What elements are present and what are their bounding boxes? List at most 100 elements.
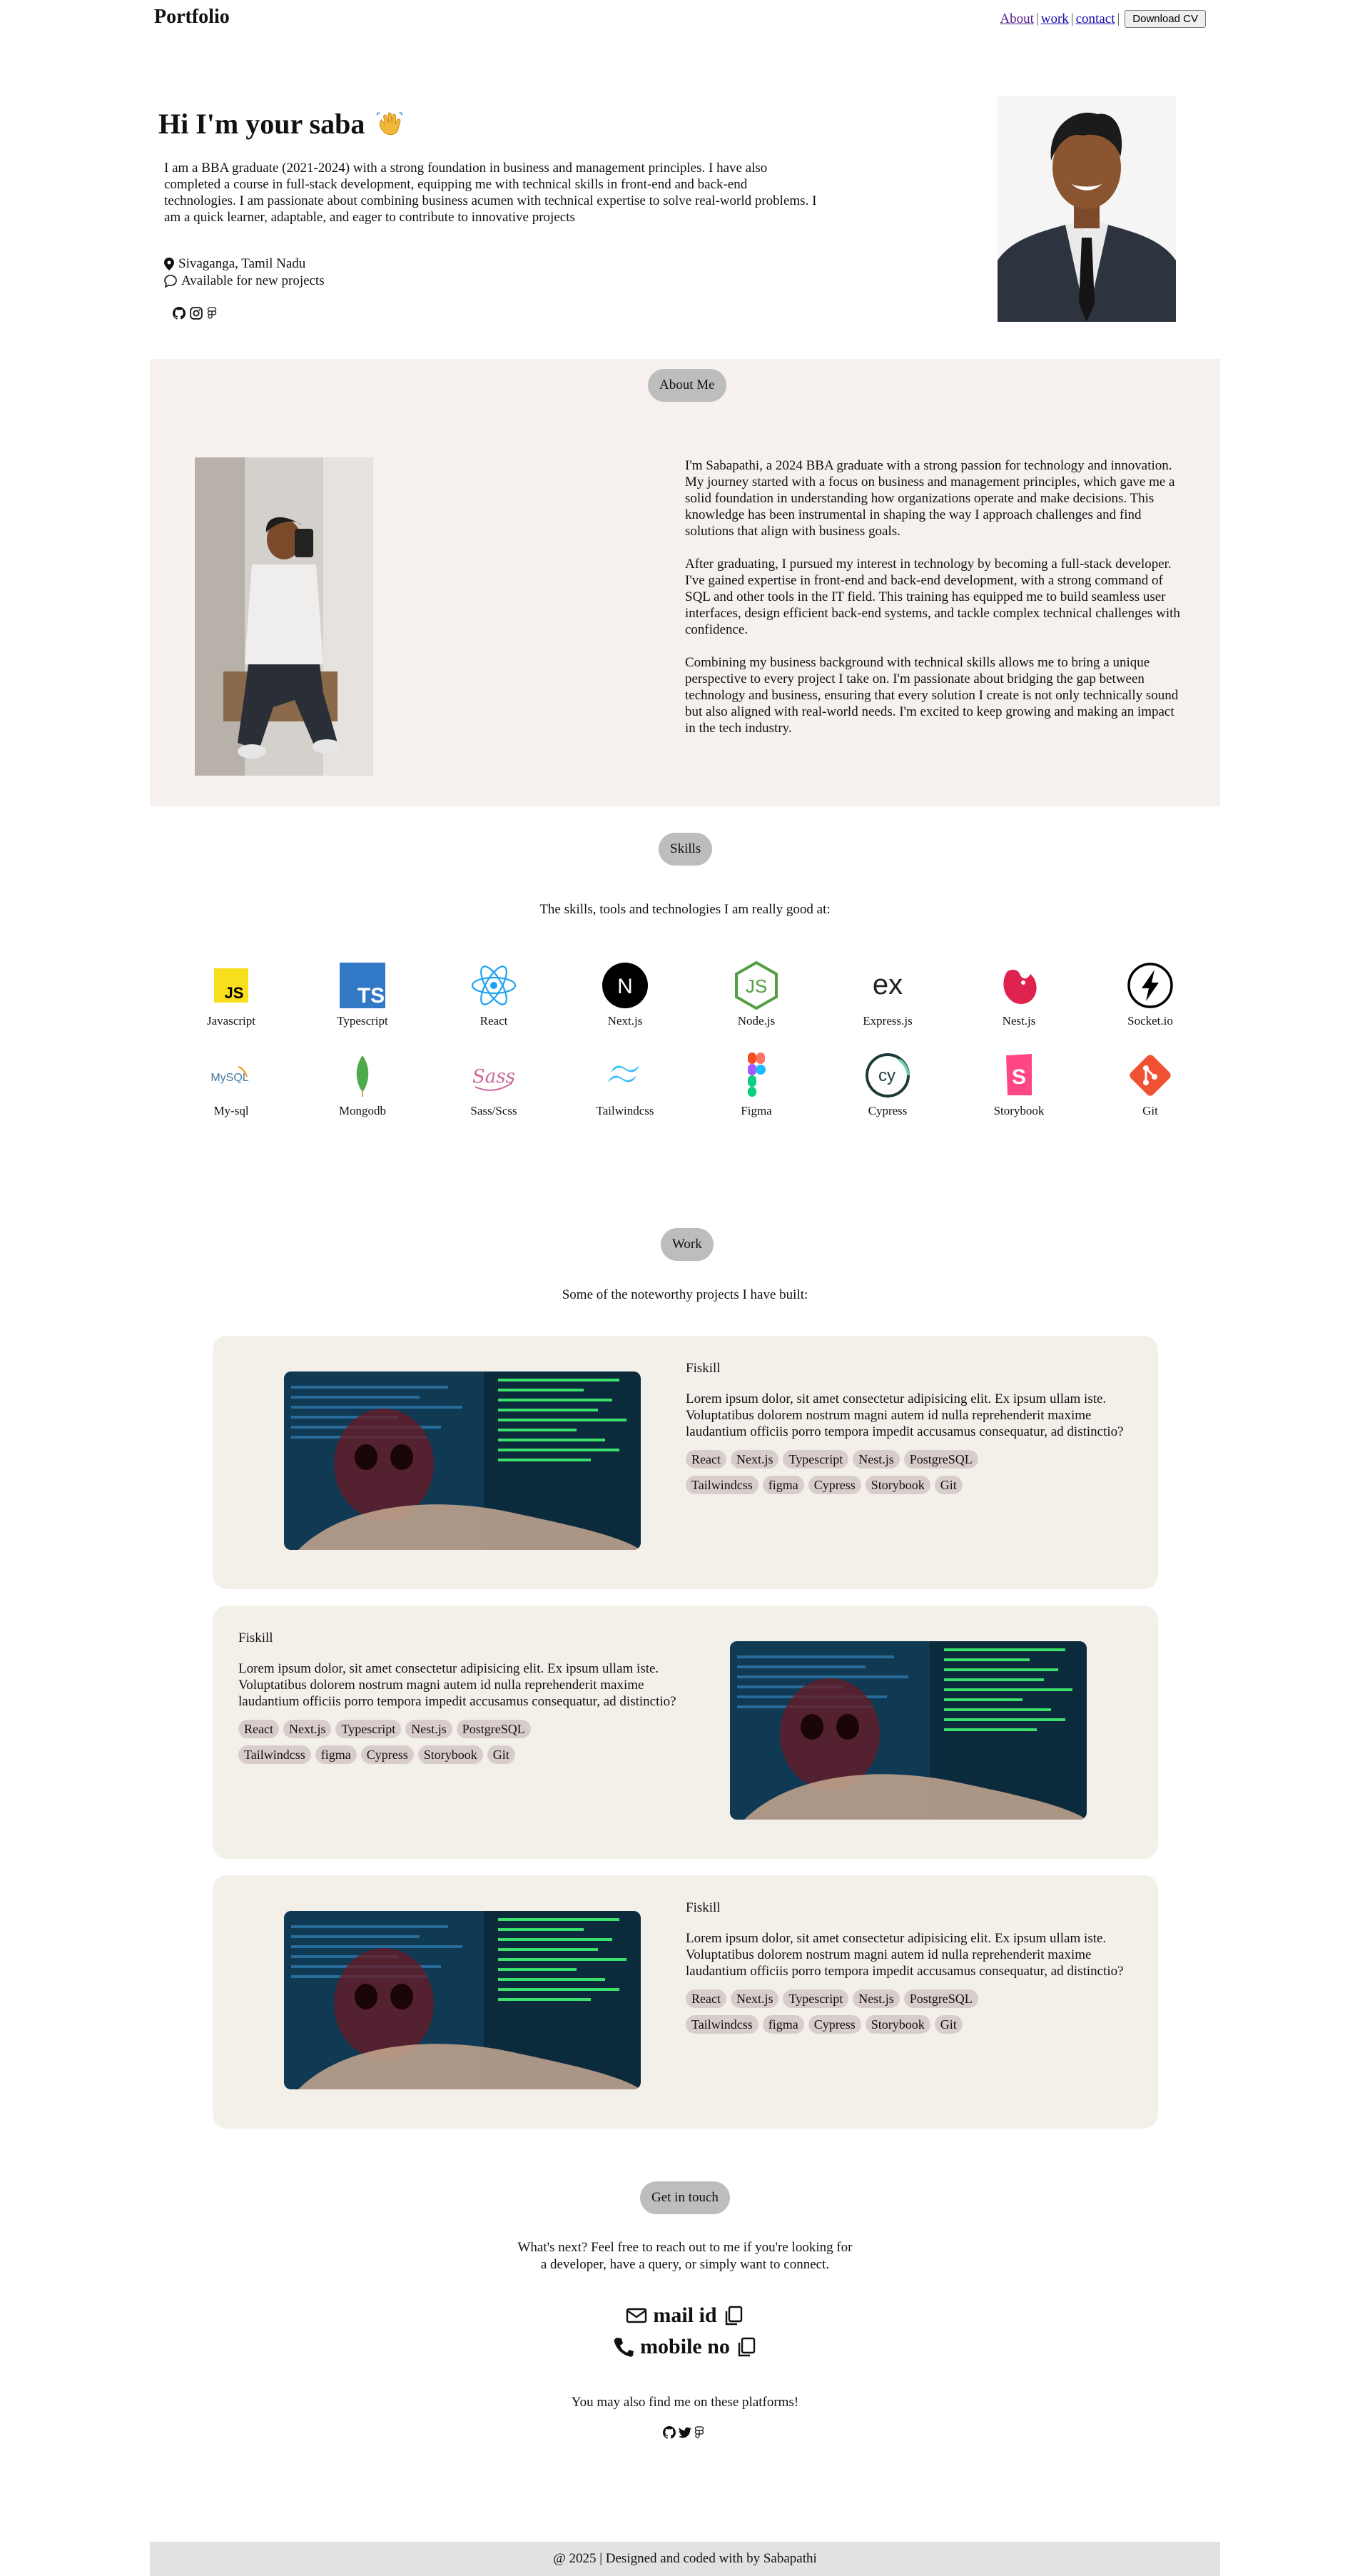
hero-intro: I am a BBA graduate (2021-2024) with a s… — [164, 161, 817, 225]
project-image[interactable] — [284, 1371, 641, 1550]
skill-label: Socket.io — [1127, 1014, 1173, 1028]
nextjs-icon: N — [602, 963, 648, 1008]
tech-tag: Git — [487, 1745, 515, 1764]
tech-tag: Next.js — [730, 1989, 779, 2008]
skill-item: Sass Sass/Scss — [437, 1051, 551, 1118]
nav-link-contact[interactable]: contact — [1076, 11, 1115, 27]
nav-separator: | — [1117, 11, 1120, 26]
skill-item: Mongodb — [305, 1051, 420, 1118]
skill-item: JS Node.js — [699, 961, 813, 1028]
project-card: Fiskill Lorem ipsum dolor, sit amet cons… — [213, 1875, 1158, 2129]
about-paragraph: Combining my business background with te… — [685, 655, 1179, 736]
phone-icon — [614, 2338, 634, 2357]
tech-tag: Storybook — [417, 1745, 483, 1764]
tech-tag: React — [238, 1720, 279, 1738]
contact-intro-line: a developer, have a query, or simply wan… — [540, 2257, 830, 2272]
skill-item: TS Typescript — [305, 961, 420, 1028]
project-description: Lorem ipsum dolor, sit amet consectetur … — [686, 1931, 1124, 1979]
svg-text:cy: cy — [878, 1066, 895, 1085]
tech-tag: Git — [934, 1476, 963, 1494]
nav-separator: | — [1070, 11, 1074, 26]
project-title: Fiskill — [238, 1631, 273, 1646]
mysql-icon: MySQL — [210, 1066, 249, 1084]
skill-item: Figma — [699, 1051, 813, 1118]
nav-separator: | — [1035, 11, 1039, 26]
phone-label[interactable]: mobile no — [640, 2335, 730, 2359]
about-pill: About Me — [648, 369, 726, 402]
email-label[interactable]: mail id — [653, 2303, 716, 2328]
tech-tag: Typescript — [783, 1989, 849, 2008]
skill-label: Node.js — [737, 1014, 776, 1028]
tech-tag: Tailwindcss — [238, 1745, 311, 1764]
availability-text: Available for new projects — [181, 273, 325, 288]
tech-tag: Git — [934, 2015, 963, 2034]
figma-outline-icon[interactable] — [694, 2426, 707, 2439]
footer: @ 2025 | Designed and coded with by Saba… — [150, 2542, 1220, 2576]
tech-tag: React — [686, 1450, 726, 1469]
tech-tag: Cypress — [360, 1745, 414, 1764]
project-description: Lorem ipsum dolor, sit amet consectetur … — [686, 1391, 1124, 1439]
hero-meta: Sivaganga, Tamil Nadu Available for new … — [164, 255, 325, 290]
skill-item: Socket.io — [1093, 961, 1207, 1028]
twitter-icon[interactable] — [679, 2426, 691, 2439]
download-cv-button[interactable]: Download CV — [1125, 10, 1206, 28]
footer-text: @ 2025 | Designed and coded with by Saba… — [553, 2551, 817, 2566]
svg-text:N: N — [617, 975, 633, 998]
waving-hand-icon — [377, 111, 403, 135]
hero-social-links — [173, 307, 220, 320]
tech-tag: Storybook — [865, 2015, 930, 2034]
project-image[interactable] — [730, 1641, 1087, 1820]
project-tags: React Next.js Typescript Nest.js Postgre… — [686, 1450, 985, 1494]
location-text: Sivaganga, Tamil Nadu — [178, 256, 306, 271]
project-description: Lorem ipsum dolor, sit amet consectetur … — [238, 1661, 676, 1709]
svg-text:JS: JS — [225, 984, 244, 1002]
figma-icon — [748, 1053, 766, 1097]
project-image[interactable] — [284, 1911, 641, 2089]
skill-item: cy Cypress — [831, 1051, 945, 1118]
project-info: Fiskill Lorem ipsum dolor, sit amet cons… — [686, 1360, 1135, 1494]
git-icon — [1130, 1055, 1171, 1096]
figma-outline-icon[interactable] — [207, 307, 220, 320]
copy-icon[interactable] — [736, 2336, 757, 2358]
skill-label: Mongodb — [338, 1104, 387, 1117]
skill-label: Next.js — [607, 1014, 643, 1028]
skill-label: My-sql — [213, 1104, 249, 1117]
instagram-icon[interactable] — [190, 307, 203, 320]
github-icon[interactable] — [173, 307, 186, 320]
hero-title: Hi I'm your saba — [158, 108, 365, 140]
work-subtitle: Some of the noteworthy projects I have b… — [562, 1287, 808, 1302]
envelope-icon — [626, 2308, 647, 2323]
profile-portrait — [998, 96, 1176, 322]
footer-social-links — [150, 2426, 1220, 2439]
skill-item: Git — [1093, 1051, 1207, 1118]
react-icon — [471, 965, 517, 1005]
skill-item: ex Express.js — [831, 961, 945, 1028]
skill-label: React — [480, 1014, 508, 1028]
project-title: Fiskill — [686, 1361, 721, 1376]
skill-label: Nest.js — [1002, 1014, 1036, 1028]
socketio-icon — [1127, 963, 1173, 1008]
tech-tag: Typescript — [335, 1720, 402, 1738]
location-pin-icon — [164, 258, 174, 270]
skill-item: N Next.js — [568, 961, 682, 1028]
github-icon[interactable] — [663, 2426, 676, 2439]
phone-row: mobile no — [150, 2335, 1220, 2359]
brand-logo[interactable]: Portfolio — [154, 6, 230, 29]
top-nav: About | work | contact | Download CV — [1000, 10, 1206, 28]
about-section: About Me I'm Sabapathi, a 2024 BBA gradu… — [150, 359, 1220, 806]
tech-tag: Storybook — [865, 1476, 930, 1494]
contact-intro-line: What's next? Feel free to reach out to m… — [517, 2240, 853, 2255]
nav-link-work[interactable]: work — [1041, 11, 1069, 27]
tech-tag: PostgreSQL — [903, 1989, 978, 2008]
tech-tag: figma — [762, 2015, 804, 2034]
hero-title-row: Hi I'm your saba — [158, 107, 405, 141]
nav-link-about[interactable]: About — [1000, 11, 1034, 27]
storybook-icon: S — [1006, 1054, 1032, 1095]
tech-tag: Tailwindcss — [686, 2015, 758, 2034]
copy-icon[interactable] — [723, 2305, 744, 2326]
tech-tag: Nest.js — [405, 1720, 452, 1738]
tech-tag: figma — [762, 1476, 804, 1494]
skill-item: Nest.js — [962, 961, 1076, 1028]
nodejs-icon: JS — [735, 961, 778, 1010]
svg-text:ex: ex — [873, 969, 903, 1000]
